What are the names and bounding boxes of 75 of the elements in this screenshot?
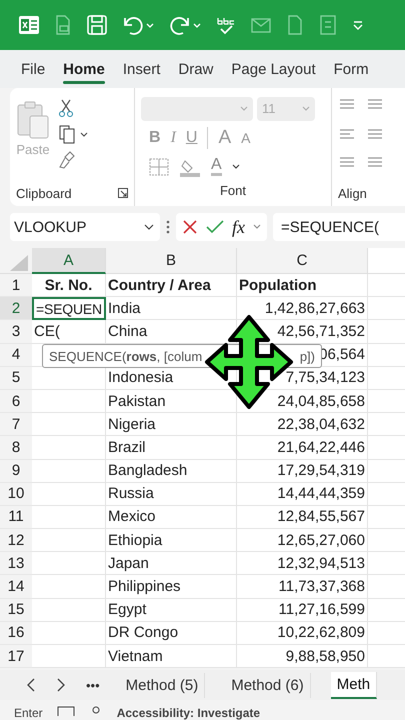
copy-icon[interactable] [58, 124, 88, 144]
accessibility-status[interactable]: Accessibility: Investigate [116, 706, 260, 720]
caret-icon[interactable] [232, 164, 240, 170]
ribbon-tab[interactable]: Form [324, 52, 378, 86]
ribbon-tab[interactable]: Insert [114, 52, 170, 86]
row-header[interactable]: 5 [0, 366, 32, 390]
dialog-launcher-icon[interactable] [118, 188, 128, 198]
sheet-tab[interactable]: Method (6) [225, 672, 311, 698]
table-cell: Country / Area [106, 274, 237, 298]
ribbon-tab[interactable]: File [12, 52, 54, 86]
column-header[interactable]: B [106, 248, 237, 274]
more-icon[interactable] [166, 220, 170, 234]
next-sheet-icon[interactable] [56, 678, 66, 692]
column-header[interactable]: A [32, 248, 106, 274]
caret-icon [302, 106, 310, 112]
caret-icon [240, 106, 248, 112]
row-header[interactable]: 16 [0, 622, 32, 645]
group-label: Align [338, 186, 367, 200]
table-cell: Bangladesh [106, 460, 237, 483]
table-cell: Vietnam [106, 645, 237, 668]
excel-logo-icon [18, 14, 40, 36]
table-cell: Sr. No. [32, 274, 106, 298]
form-icon[interactable] [318, 14, 338, 36]
row-header[interactable]: 17 [0, 645, 32, 668]
table-cell: India [106, 297, 237, 320]
table-cell: Ethiopia [106, 529, 237, 552]
previous-sheet-icon[interactable] [26, 678, 36, 692]
table-cell: =SEQUEN [32, 297, 106, 320]
table-cell: Philippines [106, 575, 237, 599]
row-header[interactable]: 13 [0, 552, 32, 576]
table-cell: Brazil [106, 436, 237, 460]
sheet-tab[interactable]: Meth [330, 672, 378, 699]
font-color-button[interactable]: A [211, 157, 222, 176]
row-header[interactable]: 9 [0, 460, 32, 483]
row-header[interactable]: 4 [0, 344, 32, 367]
row-header[interactable]: 7 [0, 413, 32, 436]
more-sheets-button[interactable]: ••• [86, 678, 100, 693]
undo-icon[interactable] [121, 14, 155, 36]
ribbon-tab[interactable]: Page Layout [222, 52, 325, 86]
name-box[interactable]: VLOOKUP [10, 213, 160, 241]
row-header[interactable]: 11 [0, 506, 32, 530]
tooltip-text: p]) [300, 348, 315, 364]
formula-field[interactable]: =SEQUENCE( [273, 213, 405, 241]
row-header[interactable]: 8 [0, 436, 32, 460]
row-header[interactable]: 2 [0, 297, 32, 320]
table-cell: Nigeria [106, 413, 237, 436]
table-cell: DR Congo [106, 622, 237, 645]
status-mode: Enter [14, 706, 43, 720]
redo-icon[interactable] [168, 14, 202, 36]
row-header[interactable]: 10 [0, 482, 32, 506]
enter-check-icon[interactable] [206, 220, 224, 234]
row-header[interactable]: 14 [0, 575, 32, 599]
cut-icon[interactable] [58, 98, 74, 118]
save-icon[interactable] [86, 14, 108, 36]
table-cell: Mexico [106, 506, 237, 530]
ribbon-tab[interactable]: Home [54, 52, 114, 86]
table-cell: Japan [106, 552, 237, 576]
group-label: Clipboard [16, 186, 72, 200]
row-header[interactable]: 15 [0, 598, 32, 622]
format-painter-icon[interactable] [58, 150, 76, 170]
row-header[interactable]: 1 [0, 274, 32, 298]
borders-icon[interactable] [149, 158, 169, 176]
row-header[interactable]: 6 [0, 390, 32, 414]
ribbon-tab[interactable]: Draw [169, 52, 222, 86]
sheet-tab[interactable]: Method (5) [120, 672, 206, 698]
insert-function-button[interactable]: fx [232, 216, 245, 238]
caret-icon [144, 224, 154, 230]
row-header[interactable]: 12 [0, 529, 32, 552]
row-header[interactable]: 3 [0, 320, 32, 344]
tooltip-text: SEQUENCE(rows, [colum [49, 348, 202, 364]
table-cell: Egypt [106, 598, 237, 622]
cancel-icon[interactable] [182, 219, 198, 235]
group-label: Font [220, 182, 246, 198]
paste-icon[interactable] [16, 100, 50, 140]
table-cell: Russia [106, 482, 237, 506]
